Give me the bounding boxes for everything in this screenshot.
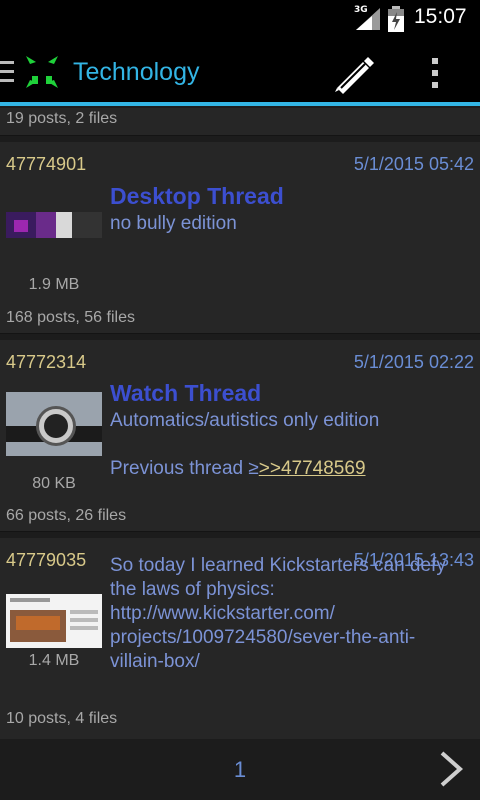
thread-thumbnail[interactable] (6, 392, 102, 456)
post-date: 5/1/2015 05:42 (353, 154, 474, 174)
thread-card[interactable]: 19 posts, 2 files (0, 108, 480, 136)
action-bar: Technology (0, 38, 480, 106)
thread-comment: no bully edition (110, 213, 237, 234)
next-page-icon[interactable] (432, 749, 472, 789)
file-size: 1.4 MB (28, 652, 80, 669)
thread-stats: 66 posts, 26 files (6, 507, 127, 524)
pencil-icon[interactable] (333, 54, 375, 94)
overflow-menu-icon[interactable] (430, 56, 440, 90)
post-date: 5/1/2015 02:22 (353, 352, 474, 372)
thread-link-line[interactable]: villain-box/ (110, 650, 475, 674)
quote-link[interactable]: >>47748569 (259, 458, 366, 479)
previous-thread-label: Previous thread ≥ (110, 458, 259, 479)
previous-thread-line: Previous thread ≥>>47748569 (110, 457, 475, 481)
thread-comment: Automatics/autistics only edition (110, 410, 380, 431)
thread-link-line[interactable]: projects/1009724580/sever-the-anti- (110, 626, 475, 650)
battery-icon (388, 6, 404, 32)
file-size: 80 KB (32, 475, 76, 492)
thread-comment: So today I learned Kickstarters can defy… (110, 555, 446, 600)
drawer-menu-icon[interactable] (0, 59, 16, 85)
post-number: 47774901 (6, 154, 87, 174)
pagination-bar: 1 (0, 739, 480, 800)
thread-card[interactable]: 47779035 5/1/2015 13:43 So today I learn… (0, 538, 480, 739)
thread-thumbnail[interactable] (6, 212, 102, 238)
thread-thumbnail[interactable] (6, 594, 102, 648)
status-bar: 3G 15:07 (0, 0, 480, 38)
post-number: 47779035 (6, 550, 87, 570)
current-page[interactable]: 1 (0, 757, 480, 783)
signal-icon (356, 8, 380, 30)
thread-subject: Desktop Thread (110, 183, 284, 209)
thread-list[interactable]: 19 posts, 2 files 47774901 5/1/2015 05:4… (0, 108, 480, 739)
thread-stats: 168 posts, 56 files (6, 309, 135, 326)
thread-stats: 10 posts, 4 files (6, 710, 118, 727)
file-size: 1.9 MB (28, 276, 80, 293)
thread-card[interactable]: 47772314 5/1/2015 02:22 Watch Thread Aut… (0, 340, 480, 532)
board-title[interactable]: Technology (73, 58, 199, 87)
thread-stats: 19 posts, 2 files (6, 110, 118, 127)
thread-subject: Watch Thread (110, 380, 262, 406)
thread-link-line[interactable]: http://www.kickstarter.com/ (110, 602, 475, 626)
app-logo-icon[interactable] (24, 54, 60, 90)
clock: 15:07 (414, 5, 467, 28)
thread-card[interactable]: 47774901 5/1/2015 05:42 Desktop Thread n… (0, 142, 480, 334)
post-number: 47772314 (6, 352, 87, 372)
